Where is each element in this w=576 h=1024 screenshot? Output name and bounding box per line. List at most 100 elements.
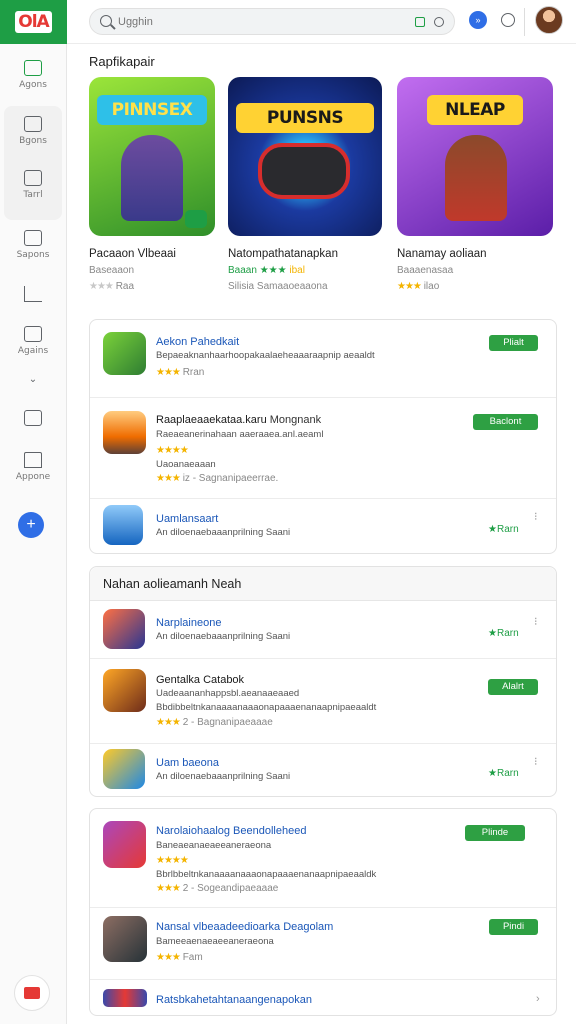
app-description-secondary: Bbdibbeltnkanaaaanaaaonapaaaenanaapnipae…	[156, 702, 377, 713]
rail-item-label: Sapons	[16, 250, 50, 260]
divider	[90, 979, 556, 980]
app-icon	[103, 669, 146, 712]
library-icon	[24, 326, 42, 342]
rail-item-label: Bgons	[19, 136, 47, 146]
featured-card-rating: ★★★ ilao	[397, 281, 553, 292]
app-icon	[103, 821, 146, 868]
install-button[interactable]: Plialt	[489, 335, 538, 351]
play-points-icon[interactable]: »	[469, 11, 487, 29]
install-button[interactable]: Baclont	[473, 414, 538, 430]
featured-card-badge-tail: ibal	[289, 265, 305, 276]
avatar[interactable]	[535, 6, 563, 34]
app-description: Baneaeanaeaeeaneraeona	[156, 840, 272, 851]
lens-search-icon[interactable]	[434, 17, 444, 27]
install-icon[interactable]	[185, 210, 207, 228]
rail-item-games[interactable]: Agons	[4, 60, 62, 90]
navigation-rail: OlA Agons Bgons Tarrl Sapons Agains ⌄ Ap…	[0, 0, 67, 1024]
app-logo[interactable]: OlA	[0, 0, 67, 44]
rail-group-apps: Bgons Tarrl	[4, 106, 62, 220]
search-input[interactable]	[118, 12, 398, 32]
app-title[interactable]: Raaplaeaaekataa.karu Mongnank	[156, 414, 321, 426]
app-icon	[103, 916, 147, 962]
divider	[524, 8, 525, 36]
movies-icon[interactable]	[24, 170, 42, 186]
rail-item-offers[interactable]	[4, 410, 62, 426]
app-title[interactable]: Uamlansaart	[156, 513, 218, 525]
app-description: An diloenaebaaanprilning Saani	[156, 631, 291, 642]
voice-search-icon[interactable]	[415, 17, 425, 27]
app-rating: ★★★★	[156, 855, 189, 866]
divider	[90, 743, 556, 744]
app-icon	[103, 749, 145, 789]
rail-item-library[interactable]: Agains	[4, 326, 62, 356]
featured-card[interactable]: NLEAP Nanamay aoliaan Baaaenasaa ★★★ ila…	[397, 77, 553, 292]
featured-card-name: Natompathatanapkan	[228, 248, 338, 260]
featured-card[interactable]: PINNSEX Pacaaon Vlbeaai Baseaaon ★★★ Raa	[89, 77, 215, 292]
rating-text: ilao	[423, 281, 440, 292]
app-developer: Uaoanaeaaan	[156, 459, 216, 470]
app-description: An diloenaebaaanprilning Saani	[156, 527, 291, 538]
gift-icon	[24, 987, 40, 999]
app-description-secondary: Bbrlbbeltnkanaaaanaaaonapaaaenanaapnipae…	[156, 869, 377, 880]
app-description: Uadeaananhappsbl.aeanaaeaaed	[156, 688, 300, 699]
action-link[interactable]: Rarn	[488, 768, 519, 779]
rail-item-home[interactable]: Appone	[4, 452, 62, 482]
app-icon	[103, 505, 143, 545]
app-rating: ★★★ Fam	[156, 952, 203, 963]
more-icon[interactable]: ⁝	[534, 755, 538, 768]
app-icon	[103, 332, 146, 375]
featured-card-badge: Baaan ★★★	[228, 265, 287, 276]
app-title[interactable]: Uam baeona	[156, 757, 219, 769]
top-bar: »	[67, 0, 576, 44]
featured-card-banner: PINNSEX	[97, 95, 207, 125]
app-title[interactable]: Gentalka Catabok	[156, 674, 244, 686]
divider	[90, 498, 556, 499]
featured-card-banner: NLEAP	[427, 95, 523, 125]
more-icon[interactable]: ⁝	[534, 510, 538, 523]
trending-icon	[24, 286, 42, 302]
divider	[90, 658, 556, 659]
gamepad-image	[258, 143, 350, 199]
rail-item-trending[interactable]	[4, 286, 62, 302]
app-title[interactable]: Narolaiohaalog Beendolleheed	[156, 825, 306, 837]
app-rating-secondary: ★★★ 2 - Sogeandipaeaaae	[156, 883, 279, 894]
app-description: Bameeaenaeaeeaneraeona	[156, 936, 274, 947]
action-link[interactable]: Rarn	[488, 628, 519, 639]
install-button[interactable]: Alalrt	[488, 679, 538, 695]
apps-icon[interactable]	[24, 116, 42, 132]
install-button[interactable]: Plinde	[465, 825, 525, 841]
app-list-panel: Narolaiohaalog Beendolleheed Baneaeanaea…	[89, 808, 557, 1016]
app-rating: ★★★ 2 - Bagnanipaeaaae	[156, 717, 273, 728]
app-icon	[103, 609, 145, 649]
books-icon	[24, 230, 42, 246]
featured-card-subtitle: Baaaenasaa	[397, 265, 454, 276]
app-rating-secondary: ★★★ iz - Sagnanipaeerrae.	[156, 473, 279, 484]
help-icon[interactable]	[501, 13, 515, 27]
app-title[interactable]: Aekon Pahedkait	[156, 336, 239, 348]
chevron-down-icon[interactable]: ⌄	[4, 374, 62, 385]
section-title: Nahan aolieamanh Neah	[103, 577, 242, 591]
action-link[interactable]: Rarn	[488, 524, 519, 535]
more-icon[interactable]: ⁝	[534, 615, 538, 628]
app-icon	[103, 989, 147, 1007]
rating-stars: ★★★	[397, 281, 422, 292]
rating-text: Raa	[115, 281, 135, 292]
app-rating: ★★★ Rran	[156, 367, 205, 378]
featured-card[interactable]: PUNSNS Natompathatanapkan Baaan ★★★ ibal…	[228, 77, 382, 292]
rail-item-books[interactable]: Sapons	[4, 230, 62, 260]
games-icon	[24, 60, 42, 76]
app-title[interactable]: Nansal vlbeaadeedioarka Deagolam	[156, 921, 333, 933]
notifications-button[interactable]	[14, 975, 50, 1011]
panel-header: Nahan aolieamanh Neah	[90, 567, 556, 601]
app-title[interactable]: Ratsbkahetahtanaangenapokan	[156, 994, 312, 1006]
chevron-right-icon[interactable]: ›	[536, 993, 540, 1005]
featured-card-rating: ★★★ Raa	[89, 281, 215, 292]
app-icon	[103, 411, 146, 454]
add-button[interactable]: +	[18, 512, 44, 538]
install-button[interactable]: Pindi	[489, 919, 538, 935]
app-description: Bepaeaknanhaarhoopakaalaeheaaaraapnip ae…	[156, 350, 375, 361]
app-title[interactable]: Narplaineone	[156, 617, 221, 629]
home-icon	[24, 452, 42, 468]
featured-card-image: PUNSNS	[228, 77, 382, 236]
rating-stars: ★★★	[89, 281, 114, 292]
